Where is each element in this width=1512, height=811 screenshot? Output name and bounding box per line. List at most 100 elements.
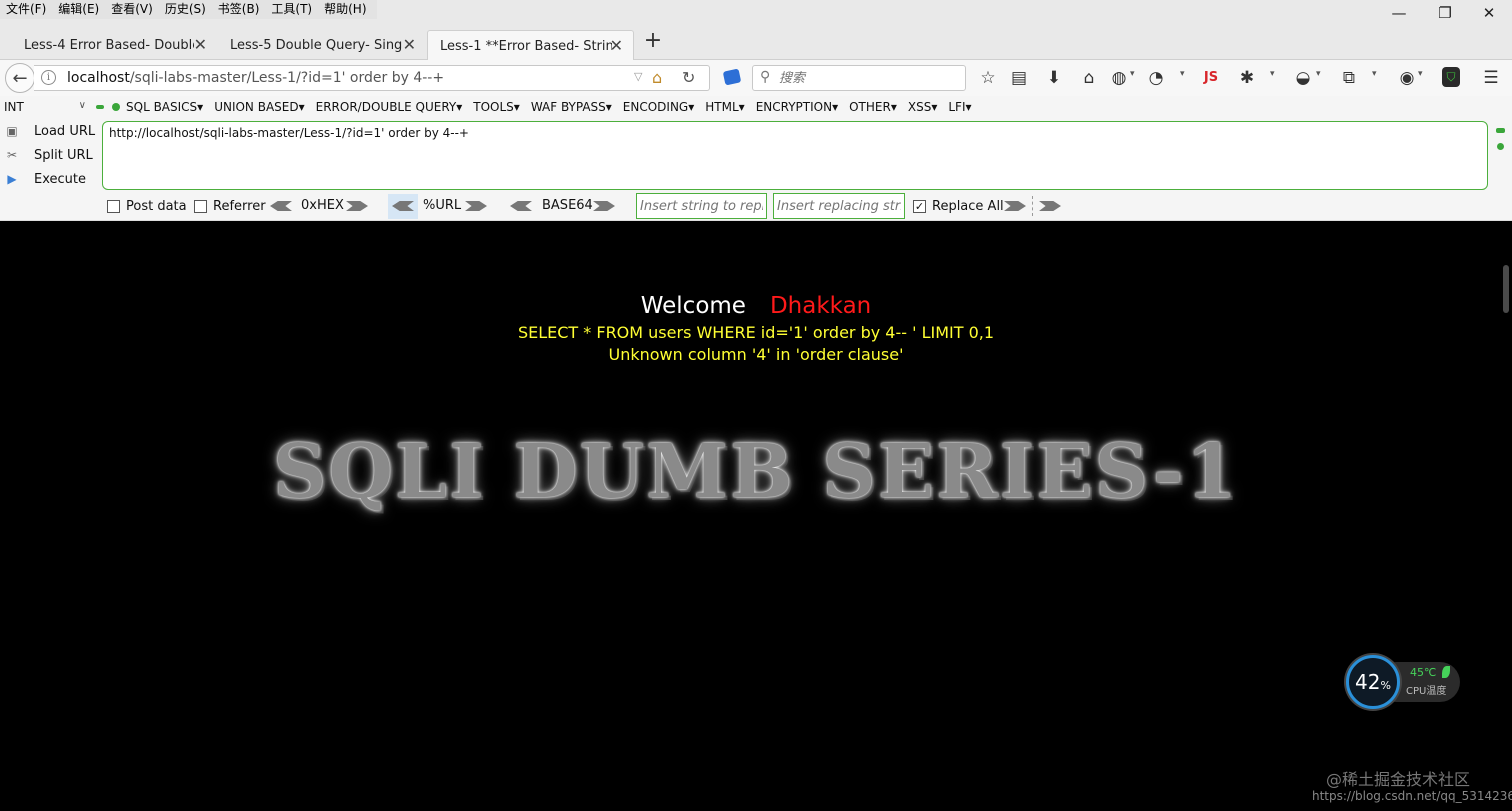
close-icon[interactable]: ✕ (194, 35, 207, 54)
tab-less-4[interactable]: Less-4 Error Based- Double... ✕ (12, 30, 217, 60)
hackbar-options: Post data Referrer 0xHEX %URL BASE64 ✓ R… (0, 192, 1512, 221)
extension-icon[interactable] (722, 68, 742, 86)
chevron-down-icon[interactable]: ▾ (1418, 69, 1423, 79)
replace-all-arrow-icon[interactable] (1039, 201, 1061, 211)
execute-label: Execute (34, 171, 86, 187)
cpu-temp-label: CPU温度 (1406, 686, 1447, 697)
replace-string-input[interactable] (636, 193, 767, 219)
url-textarea[interactable]: http://localhost/sqli-labs-master/Less-1… (102, 121, 1488, 190)
encode-base64-arrow-icon[interactable] (593, 201, 615, 211)
chevron-down-icon[interactable]: ▾ (1180, 69, 1185, 79)
chevron-down-icon[interactable]: ▾ (1130, 69, 1135, 79)
plus-icon[interactable] (1497, 143, 1504, 150)
menu-tools[interactable]: 工具(T) (265, 0, 318, 19)
search-input[interactable] (779, 68, 959, 88)
menu-encoding[interactable]: ENCODING▾ (623, 100, 694, 114)
menu-help[interactable]: 帮助(H) (318, 0, 372, 19)
replacing-string-input[interactable] (773, 193, 905, 219)
replace-arrow-icon[interactable] (1004, 201, 1026, 211)
type-select-value: INT (4, 100, 24, 114)
menu-suffix: ▾ (513, 100, 520, 114)
bug-icon[interactable]: ✱ (1236, 67, 1258, 89)
tab-bar: Less-4 Error Based- Double... ✕ Less-5 D… (0, 22, 1512, 61)
load-url-button[interactable]: ▣ Load URL (4, 123, 95, 139)
menu-suffix: ▾ (688, 100, 695, 114)
replace-all-checkbox[interactable]: ✓ Replace All (913, 199, 1004, 214)
menu-html-label: HTML (705, 100, 739, 114)
menu-history[interactable]: 历史(S) (159, 0, 212, 19)
encode-url-arrow-icon[interactable] (465, 201, 487, 211)
chevron-down-icon[interactable]: ▾ (1270, 69, 1275, 79)
scissors-icon: ✂ (6, 148, 18, 162)
post-data-checkbox[interactable]: Post data (107, 199, 187, 214)
menu-xss[interactable]: XSS▾ (908, 100, 938, 114)
menu-items: 文件(F) 编辑(E) 查看(V) 历史(S) 书签(B) 工具(T) 帮助(H… (0, 0, 377, 19)
menu-encryption[interactable]: ENCRYPTION▾ (756, 100, 838, 114)
sqli-banner: SQLI DUMB SERIES-1 (273, 429, 1239, 515)
chevron-down-icon: ∨ (78, 100, 86, 111)
cpu-widget[interactable]: 42% 45℃ CPU温度 (1346, 655, 1460, 709)
hamburger-menu-icon[interactable]: ☰ (1480, 67, 1502, 89)
new-tab-button[interactable]: + (642, 30, 664, 52)
shield-icon[interactable]: ⛉ (1442, 67, 1460, 87)
search-bar[interactable]: ⚲ (752, 65, 966, 91)
base64-label: BASE64 (542, 198, 593, 213)
type-select[interactable]: INT ∨ (4, 100, 88, 118)
tab-title: Less-1 **Error Based- String... (440, 38, 612, 54)
menu-lfi[interactable]: LFI▾ (948, 100, 971, 114)
menu-lfi-label: LFI (948, 100, 966, 114)
split-url-button[interactable]: ✂ Split URL (4, 147, 93, 163)
menu-view[interactable]: 查看(V) (105, 0, 159, 19)
menu-other[interactable]: OTHER▾ (849, 100, 897, 114)
welcome-text: Welcome (640, 293, 746, 319)
plus-icon[interactable] (112, 103, 120, 111)
helmet-icon[interactable]: ◒ (1292, 67, 1314, 89)
decode-base64-arrow-icon[interactable] (510, 201, 532, 211)
menu-tools[interactable]: TOOLS▾ (473, 100, 520, 114)
chevron-down-icon[interactable]: ▽ (634, 70, 642, 83)
menu-file[interactable]: 文件(F) (0, 0, 52, 19)
menu-bookmarks[interactable]: 书签(B) (212, 0, 266, 19)
copy-icon[interactable]: ⧉ (1338, 67, 1360, 89)
menu-error-double-query[interactable]: ERROR/DOUBLE QUERY▾ (316, 100, 463, 114)
encode-hex-arrow-icon[interactable] (346, 201, 368, 211)
decode-hex-arrow-icon[interactable] (270, 201, 292, 211)
chevron-down-icon[interactable]: ▾ (1372, 69, 1377, 79)
watermark-community: @稀土掘金技术社区 (1326, 770, 1471, 789)
url-host: localhost (67, 70, 130, 86)
library-icon[interactable]: ▤ (1008, 67, 1030, 89)
scrollbar-thumb[interactable] (1503, 265, 1509, 313)
menu-waf-bypass[interactable]: WAF BYPASS▾ (531, 100, 612, 114)
minus-icon[interactable] (1496, 128, 1505, 133)
chevron-down-icon[interactable]: ▾ (1316, 69, 1321, 79)
execute-button[interactable]: ▶ Execute (4, 171, 86, 187)
nav-bar: ← i localhost/sqli-labs-master/Less-1/?i… (0, 60, 1512, 96)
download-icon[interactable]: ⬇ (1043, 67, 1065, 89)
menu-edit[interactable]: 编辑(E) (52, 0, 105, 19)
home-icon[interactable]: ⌂ (652, 68, 662, 87)
reload-icon[interactable]: ↻ (682, 68, 695, 87)
menu-union-based[interactable]: UNION BASED▾ (214, 100, 304, 114)
globe-icon[interactable]: ◍ (1108, 67, 1130, 89)
referrer-checkbox[interactable]: Referrer (194, 199, 266, 214)
hackbar-menu: SQL BASICS▾ UNION BASED▾ ERROR/DOUBLE QU… (126, 100, 983, 114)
watermark-url: https://blog.csdn.net/qq_53142368 (1312, 789, 1512, 803)
tab-less-5[interactable]: Less-5 Double Query- Singl... ✕ (218, 30, 426, 60)
url-text[interactable]: localhost/sqli-labs-master/Less-1/?id=1'… (67, 70, 444, 86)
minus-icon[interactable] (96, 105, 104, 109)
play-icon: ▶ (7, 172, 17, 186)
menu-html[interactable]: HTML▾ (705, 100, 744, 114)
close-icon[interactable]: ✕ (403, 35, 416, 54)
tab-less-1[interactable]: Less-1 **Error Based- String... ✕ (427, 30, 634, 61)
close-icon[interactable]: ✕ (610, 36, 623, 55)
url-bar[interactable]: i localhost/sqli-labs-master/Less-1/?id=… (34, 65, 710, 91)
menu-sql-basics[interactable]: SQL BASICS▾ (126, 100, 203, 114)
info-icon[interactable]: i (41, 70, 56, 85)
back-button[interactable]: ← (5, 63, 35, 93)
javascript-icon[interactable]: JS (1200, 67, 1222, 89)
palette-icon[interactable]: ◔ (1145, 67, 1167, 89)
home-icon[interactable]: ⌂ (1078, 67, 1100, 89)
proxy-globe-icon[interactable]: ◉ (1396, 67, 1418, 89)
menu-tools-label: TOOLS (473, 100, 514, 114)
bookmark-star-icon[interactable]: ☆ (977, 67, 999, 89)
